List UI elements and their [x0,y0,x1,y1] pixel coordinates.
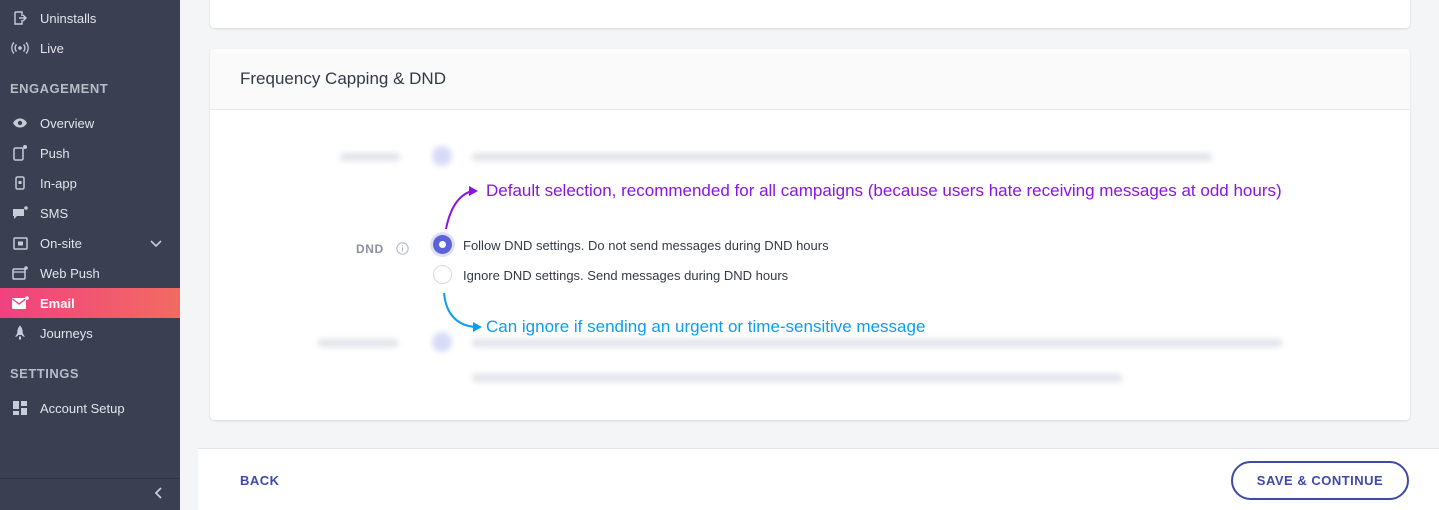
sidebar-item-email[interactable]: Email [0,288,180,318]
sidebar-item-live[interactable]: Live [0,33,180,63]
section-title-settings: SETTINGS [10,366,80,381]
annotation-arrows [443,186,482,332]
frequency-capping-card: Frequency Capping & DND DND Follow DND s… [210,49,1410,420]
main-content: Frequency Capping & DND DND Follow DND s… [180,0,1439,510]
sidebar-item-label: Uninstalls [40,10,97,26]
sidebar-item-web-push[interactable]: Web Push [0,258,180,288]
previous-card [210,0,1410,28]
sidebar-item-journeys[interactable]: Journeys [0,318,180,348]
grid-icon [10,400,30,416]
sidebar-item-label: Live [40,40,64,56]
annotation-ignore-option: Can ignore if sending an urgent or time-… [486,317,926,336]
sidebar-item-label: Web Push [40,265,100,281]
sidebar-item-overview[interactable]: Overview [0,108,180,138]
sidebar-item-label: Journeys [40,325,93,341]
footer-bar: BACK SAVE & CONTINUE [198,448,1439,510]
mail-icon [10,295,30,311]
save-continue-button[interactable]: SAVE & CONTINUE [1231,461,1409,500]
annotation-default-selection: Default selection, recommended for all c… [486,181,1282,200]
sidebar: Uninstalls Live ENGAGEMENT Overview Push… [0,0,180,510]
chevron-down-icon[interactable] [150,236,162,251]
chevron-left-icon[interactable] [154,486,162,504]
sidebar-item-label: On-site [40,235,82,251]
sidebar-item-push[interactable]: Push [0,138,180,168]
sidebar-item-on-site[interactable]: On-site [0,228,180,258]
uninstall-icon [10,10,30,26]
phone-notification-icon [10,145,30,161]
sidebar-item-label: Email [40,295,75,311]
sms-icon [10,205,30,221]
sidebar-item-account-setup[interactable]: Account Setup [0,393,180,423]
sidebar-item-label: Push [40,145,70,161]
live-broadcast-icon [10,40,30,56]
section-title-engagement: ENGAGEMENT [10,81,109,96]
phone-icon [10,175,30,191]
sidebar-item-label: Account Setup [40,400,125,416]
sidebar-item-label: SMS [40,205,69,221]
sidebar-collapse-bar[interactable] [0,478,180,510]
sidebar-item-sms[interactable]: SMS [0,198,180,228]
sidebar-item-label: In-app [40,175,77,191]
eye-icon [10,115,30,131]
sidebar-item-uninstalls[interactable]: Uninstalls [0,3,180,33]
rocket-icon [10,325,30,341]
sidebar-item-label: Overview [40,115,95,131]
browser-icon [10,265,30,281]
back-button[interactable]: BACK [240,473,280,488]
on-site-icon [10,235,30,251]
sidebar-item-in-app[interactable]: In-app [0,168,180,198]
